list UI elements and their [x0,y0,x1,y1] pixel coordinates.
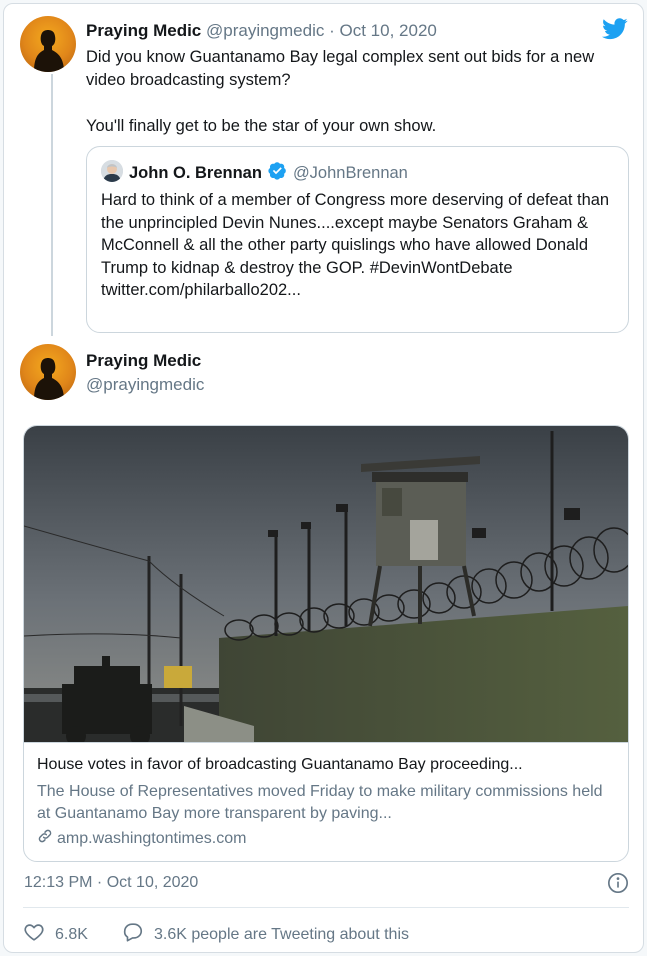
twitter-bird-icon[interactable] [602,18,628,45]
tweeting-about-text[interactable]: 3.6K people are Tweeting about this [154,926,409,944]
tweet-text-paragraph: You'll finally get to be the star of you… [86,117,437,135]
thread-connector-line [51,74,53,336]
tweet-date[interactable]: Oct 10, 2020 [340,21,437,40]
quoted-display-name: John O. Brennan [129,163,262,182]
link-preview-card[interactable]: House votes in favor of broadcasting Gua… [23,425,629,862]
like-action[interactable]: 6.8K [23,921,88,948]
avatar[interactable] [20,16,76,72]
display-name[interactable]: Praying Medic [86,351,201,371]
separator-dot: · [329,21,335,40]
quoted-user-handle: @JohnBrennan [292,163,408,182]
link-preview-image[interactable] [24,426,628,746]
user-handle[interactable]: @prayingmedic [206,21,324,40]
tweet-text: Did you know Guantanamo Bay legal comple… [86,46,626,138]
tweet-timestamp[interactable]: 12:13 PM · Oct 10, 2020 [24,874,198,892]
divider [23,907,629,908]
like-count[interactable]: 6.8K [55,926,88,944]
link-title[interactable]: House votes in favor of broadcasting Gua… [37,756,617,774]
link-preview-body[interactable]: House votes in favor of broadcasting Gua… [24,742,628,861]
avatar[interactable] [20,344,76,400]
quoted-tweet-text: Hard to think of a member of Congress mo… [101,191,610,299]
quoted-avatar [101,160,123,182]
tweet-text-paragraph: Did you know Guantanamo Bay legal comple… [86,48,595,89]
link-domain-text[interactable]: amp.washingtontimes.com [57,830,246,848]
conversation-action[interactable]: 3.6K people are Tweeting about this [122,921,409,948]
quoted-tweet[interactable]: John O. Brennan @JohnBrennan Hard to thi… [86,146,629,333]
embedded-tweet-card: Praying Medic @prayingmedic · Oct 10, 20… [3,3,644,953]
heart-icon[interactable] [23,921,45,948]
quoted-tweet-header: John O. Brennan @JohnBrennan [129,161,408,185]
link-description: The House of Representatives moved Frida… [37,783,603,822]
display-name[interactable]: Praying Medic [86,21,201,40]
link-icon [37,828,53,849]
user-handle[interactable]: @prayingmedic [86,375,204,395]
verified-badge-icon [268,161,287,185]
link-domain[interactable]: amp.washingtontimes.com [37,828,246,849]
speech-bubble-icon[interactable] [122,921,144,948]
tweet-header: Praying Medic @prayingmedic · Oct 10, 20… [86,21,437,41]
info-icon[interactable] [607,872,629,899]
